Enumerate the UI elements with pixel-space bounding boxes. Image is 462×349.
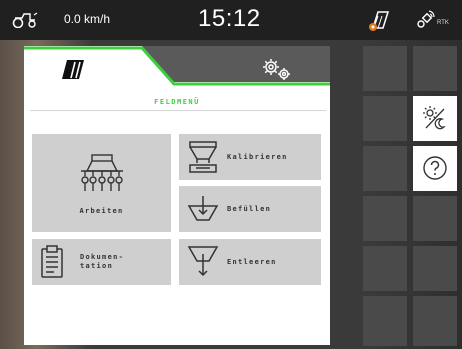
day-night-icon — [423, 106, 446, 130]
kalibrieren-label: Kalibrieren — [227, 153, 288, 161]
speed-readout: 0.0 km/h — [64, 12, 111, 26]
dokumentation-label: Dokumen- tation — [80, 253, 125, 270]
side-button-12[interactable] — [413, 296, 457, 346]
tractor-icon — [12, 12, 38, 28]
menu-title: FELDMENÜ — [154, 98, 200, 106]
clipboard-icon — [41, 245, 63, 278]
gps-rtk-icon[interactable] — [415, 8, 437, 30]
side-button-1[interactable] — [363, 46, 407, 91]
side-button-10[interactable] — [413, 246, 457, 291]
status-bar: 0.0 km/h 15:12 RTK — [0, 0, 462, 40]
tab-bar — [24, 46, 330, 88]
side-button-5[interactable] — [363, 146, 407, 191]
field-icon — [62, 60, 84, 79]
side-button-8[interactable] — [413, 196, 457, 241]
help-button[interactable] — [413, 146, 457, 191]
befuellen-label: Befüllen — [227, 205, 272, 213]
entleeren-label: Entleeren — [227, 258, 277, 266]
help-icon — [423, 156, 447, 180]
dokumentation-button[interactable]: Dokumen- tation — [32, 239, 171, 285]
empty-hopper-icon — [187, 246, 219, 277]
implement-icon[interactable] — [368, 8, 390, 32]
calibrate-hopper-icon — [189, 141, 217, 173]
field-menu-panel: FELDMENÜ Arbeiten Kalibrieren Befüllen D… — [24, 46, 330, 345]
rtk-label: RTK — [437, 20, 449, 26]
day-night-button[interactable] — [413, 96, 457, 141]
side-button-7[interactable] — [363, 196, 407, 241]
spreader-icon — [81, 154, 123, 191]
fill-hopper-icon — [187, 196, 219, 221]
side-button-9[interactable] — [363, 246, 407, 291]
kalibrieren-button[interactable]: Kalibrieren — [179, 134, 321, 180]
side-button-2[interactable] — [413, 46, 457, 91]
clock: 15:12 — [198, 5, 261, 32]
divider — [30, 110, 326, 111]
befuellen-button[interactable]: Befüllen — [179, 186, 321, 232]
entleeren-button[interactable]: Entleeren — [179, 239, 321, 285]
side-button-11[interactable] — [363, 296, 407, 346]
side-button-3[interactable] — [363, 96, 407, 141]
arbeiten-button[interactable]: Arbeiten — [32, 134, 171, 232]
gears-icon[interactable] — [260, 58, 294, 82]
arbeiten-label: Arbeiten — [79, 207, 124, 215]
